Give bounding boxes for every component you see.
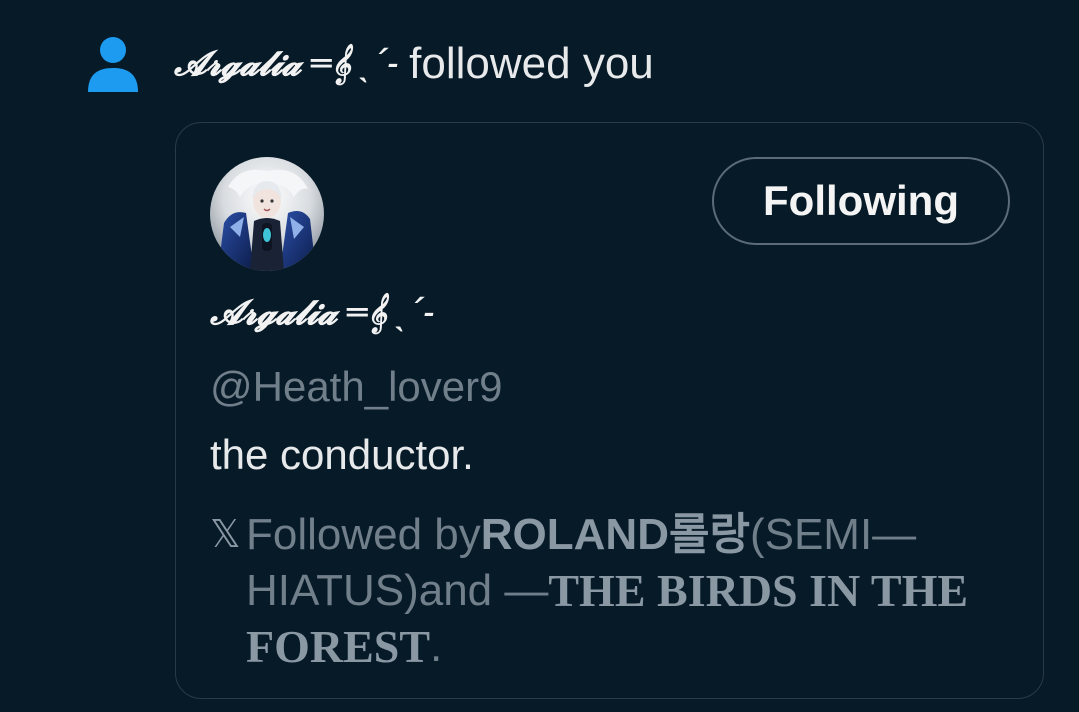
x-logo-icon: 𝕏: [210, 514, 241, 556]
followed-by-user-2-a[interactable]: THE BIRDS IN THE: [548, 563, 968, 619]
user-card[interactable]: Following 𝓐𝓻𝓰𝓪𝓵𝓲𝓪 ═𝄞 ˎˊ˗ @Heath_lover9 t…: [175, 122, 1044, 699]
avatar[interactable]: [210, 157, 324, 271]
user-bio: the conductor.: [210, 431, 474, 478]
followed-by-prefix: Followed by: [246, 510, 481, 559]
followed-by-user-1-suffix-b[interactable]: HIATUS): [246, 563, 419, 619]
followed-by-user-1-suffix-a[interactable]: (SEMI—: [750, 507, 916, 563]
followed-by-end: .: [430, 622, 443, 671]
avatar-image: [210, 157, 324, 271]
followed-by-text: 𝕏 Followed by ROLAND롤랑 (SEMI— HIATUS) an…: [210, 507, 1010, 675]
followed-by-connector: and —: [418, 566, 549, 615]
person-icon: [88, 37, 138, 92]
display-name[interactable]: 𝓐𝓻𝓰𝓪𝓵𝓲𝓪 ═𝄞 ˎˊ˗: [210, 293, 436, 333]
followed-by-user-2-b[interactable]: FOREST: [246, 619, 430, 675]
notification-page: 𝓐𝓻𝓰𝓪𝓵𝓲𝓪 ═𝄞 ˎˊ˗ followed you Following 𝓐𝓻…: [0, 0, 1079, 712]
followed-by-user-1[interactable]: ROLAND롤랑: [481, 507, 750, 563]
following-button[interactable]: Following: [712, 157, 1010, 245]
action-text: followed you: [409, 39, 654, 88]
user-handle[interactable]: @Heath_lover9: [210, 363, 502, 411]
actor-name[interactable]: 𝓐𝓻𝓰𝓪𝓵𝓲𝓪 ═𝄞 ˎˊ˗: [174, 44, 400, 84]
notification-text[interactable]: 𝓐𝓻𝓰𝓪𝓵𝓲𝓪 ═𝄞 ˎˊ˗ followed you: [174, 34, 654, 94]
